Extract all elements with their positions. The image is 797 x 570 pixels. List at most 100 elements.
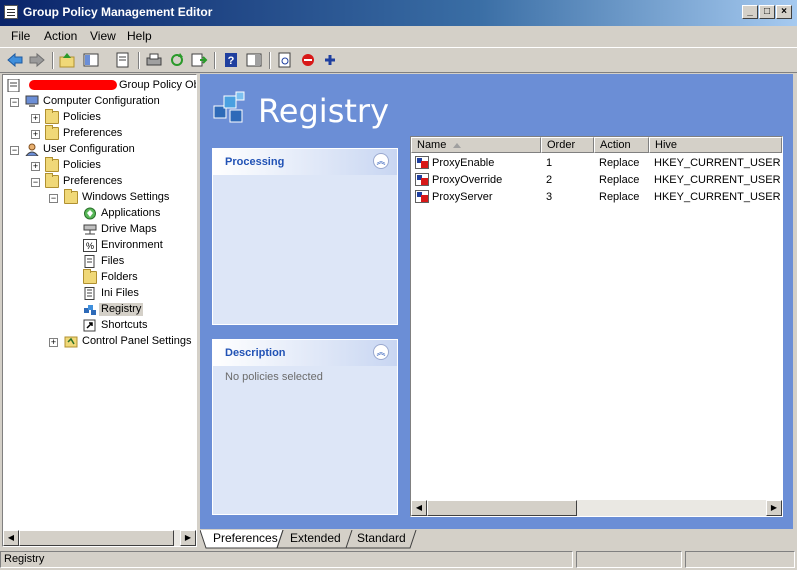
column-header-label: Action [600, 139, 631, 151]
minimize-button[interactable]: _ [742, 5, 758, 19]
cell-hive: HKEY_CURRENT_USER [654, 191, 781, 203]
drive-maps-icon [83, 224, 97, 235]
page-title: Registry [258, 92, 389, 130]
add-icon[interactable] [321, 51, 339, 69]
expand-toggle[interactable]: + [49, 338, 58, 347]
collapse-toggle[interactable]: − [31, 178, 40, 187]
column-header-action[interactable]: Action [594, 137, 649, 153]
processing-panel-title: Processing [225, 156, 285, 168]
registry-header-icon [213, 91, 245, 123]
collapse-chevron-icon[interactable]: ︽ [373, 153, 389, 169]
collapse-toggle[interactable]: − [49, 194, 58, 203]
scroll-thumb[interactable] [427, 500, 577, 516]
redacted-text [29, 80, 117, 90]
show-action-pane-icon[interactable] [245, 51, 263, 69]
menu-view[interactable]: View [90, 29, 116, 43]
new-item-icon[interactable] [276, 51, 294, 69]
collapse-chevron-icon[interactable]: ︽ [373, 344, 389, 360]
column-header-hive[interactable]: Hive [649, 137, 782, 153]
tab-preferences[interactable]: Preferences [213, 530, 278, 548]
toolbar-separator [214, 52, 216, 69]
toolbar: ? [0, 47, 797, 73]
svg-text:%: % [86, 241, 94, 251]
tree-label: Preferences [63, 127, 123, 139]
scroll-left-arrow[interactable]: ◀ [3, 530, 19, 546]
registry-value-icon [415, 190, 429, 203]
folder-icon [45, 125, 59, 140]
svg-text:?: ? [228, 55, 235, 67]
expand-toggle[interactable]: + [31, 130, 40, 139]
up-folder-icon[interactable] [58, 51, 76, 69]
cell-order: 3 [546, 191, 553, 203]
menu-help[interactable]: Help [127, 29, 152, 43]
cell-name: ProxyOverride [432, 174, 503, 186]
print-icon[interactable] [145, 51, 163, 69]
collapse-toggle[interactable]: − [10, 98, 19, 107]
cell-order: 2 [546, 174, 553, 186]
scroll-right-arrow[interactable]: ▶ [766, 500, 782, 516]
tree-pane[interactable]: Group Policy Ob − Computer Configuration… [2, 74, 197, 547]
close-button[interactable]: × [776, 5, 792, 19]
app-icon [4, 5, 18, 19]
column-header-order[interactable]: Order [541, 137, 594, 153]
tree-label: Preferences [63, 175, 123, 187]
shortcut-icon [83, 319, 96, 332]
menu-file[interactable]: File [11, 29, 30, 43]
description-panel-title: Description [225, 347, 286, 359]
column-header-label: Order [547, 139, 576, 151]
description-panel: Description ︽ No policies selected [212, 339, 398, 515]
properties-icon[interactable] [114, 51, 132, 69]
files-icon [84, 255, 95, 268]
help-icon[interactable]: ? [222, 51, 240, 69]
tree-label: Folders [101, 271, 138, 283]
collapse-toggle[interactable]: − [10, 146, 19, 155]
list-horizontal-scrollbar[interactable]: ◀ ▶ [411, 500, 782, 516]
ini-file-icon [84, 287, 95, 300]
registry-list[interactable]: Name Order Action Hive ProxyEnable 1 Rep… [410, 136, 783, 517]
tree-label: Files [101, 255, 125, 267]
tree-label: Registry [99, 303, 144, 316]
show-hide-tree-icon[interactable] [82, 51, 100, 69]
export-list-icon[interactable] [190, 51, 208, 69]
toolbar-separator [269, 52, 271, 69]
title-bar[interactable]: Group Policy Management Editor _ □ × [0, 0, 797, 26]
tree-label: Drive Maps [101, 223, 157, 235]
folder-icon [45, 157, 59, 172]
maximize-button[interactable]: □ [759, 5, 775, 19]
tree-label: Ini Files [101, 287, 139, 299]
tab-extended[interactable]: Extended [290, 530, 341, 548]
forward-icon[interactable] [28, 51, 46, 69]
tree-horizontal-scrollbar[interactable]: ◀ ▶ [3, 530, 196, 546]
tree-label: Group Policy Ob [119, 79, 197, 91]
cell-action: Replace [599, 157, 640, 169]
tree-label: Windows Settings [82, 191, 170, 203]
scroll-left-arrow[interactable]: ◀ [411, 500, 427, 516]
status-cell [576, 551, 682, 568]
cell-action: Replace [599, 174, 640, 186]
tree-label: Policies [63, 111, 101, 123]
toolbar-separator [138, 52, 140, 69]
tab-standard[interactable]: Standard [357, 530, 406, 548]
expand-toggle[interactable]: + [31, 114, 40, 123]
stop-icon[interactable] [299, 51, 317, 69]
column-header-name[interactable]: Name [411, 137, 541, 153]
tree-label: Policies [63, 159, 101, 171]
tree-label: User Configuration [43, 143, 135, 155]
column-header-label: Hive [655, 139, 678, 151]
description-panel-header[interactable]: Description ︽ [213, 340, 397, 366]
processing-panel-header[interactable]: Processing ︽ [213, 149, 397, 175]
back-icon[interactable] [6, 51, 24, 69]
scroll-thumb[interactable] [19, 530, 174, 546]
tree-label: Computer Configuration [43, 95, 160, 107]
registry-value-icon [415, 156, 429, 169]
cell-hive: HKEY_CURRENT_USER [654, 174, 781, 186]
toolbar-separator [52, 52, 54, 69]
column-header-label: Name [417, 139, 447, 151]
folder-icon [64, 189, 78, 204]
scroll-right-arrow[interactable]: ▶ [180, 530, 196, 546]
refresh-icon[interactable] [168, 51, 186, 69]
menu-action[interactable]: Action [44, 29, 77, 43]
expand-toggle[interactable]: + [31, 162, 40, 171]
processing-panel-body [213, 175, 397, 185]
tree-label: Control Panel Settings [82, 335, 192, 347]
